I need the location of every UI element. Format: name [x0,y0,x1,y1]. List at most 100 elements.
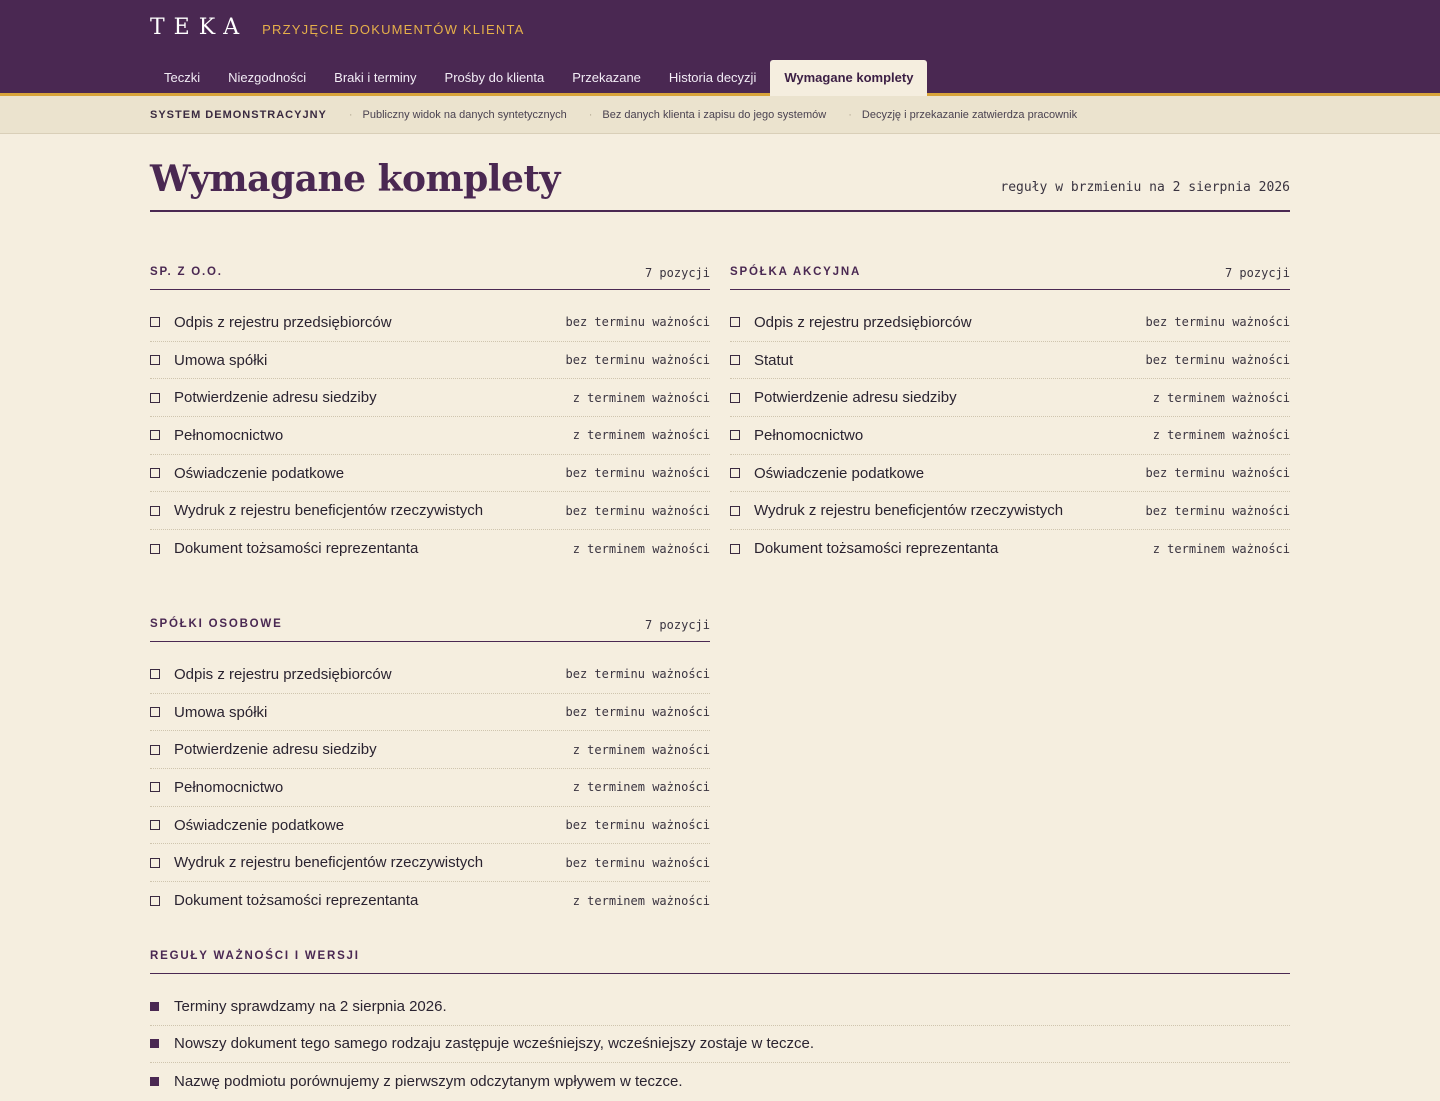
rules-list: Terminy sprawdzamy na 2 sierpnia 2026. No… [150,988,1290,1101]
document-label: Odpis z rejestru przedsiębiorców [174,665,392,683]
tab-braki-i-terminy[interactable]: Braki i terminy [320,60,430,96]
rules-section: REGUŁY WAŻNOŚCI I WERSJI Terminy sprawdz… [150,942,1290,1101]
validity-label: bez terminu ważności [565,353,711,368]
document-item[interactable]: Odpis z rejestru przedsiębiorców bez term… [150,304,710,342]
validity-label: bez terminu ważności [565,503,711,518]
validity-label: z terminem ważności [1152,541,1290,556]
checkbox[interactable] [150,543,160,554]
document-label: Dokument tożsamości reprezentanta [174,892,419,910]
document-label: Wydruk z rejestru beneficjentów rzeczywi… [174,502,484,520]
document-item[interactable]: Potwierdzenie adresu siedziby z terminem … [730,379,1290,418]
square-bullet-icon [150,1001,159,1011]
document-label: Statut [754,351,794,369]
info-bar: SYSTEM DEMONSTRACYJNY Publiczny widok na… [0,96,1440,134]
rules-date: reguły w brzmieniu na 2 sierpnia 2026 [1000,180,1290,195]
validity-label: z terminem ważności [572,893,710,908]
checkbox[interactable] [150,430,160,441]
info-note: Decyzję i przekazanie zatwierdza pracown… [848,109,1077,121]
rule-text: Terminy sprawdzamy na 2 sierpnia 2026. [174,997,447,1015]
validity-label: bez terminu ważności [565,855,711,870]
checkbox[interactable] [150,782,160,793]
document-item[interactable]: Pełnomocnictwo z terminem ważności [730,417,1290,455]
rule-item: Nazwę podmiotu porównujemy z pierwszym o… [150,1063,1290,1101]
tab-historia-decyzji[interactable]: Historia decyzji [655,60,770,96]
checkbox[interactable] [150,355,160,366]
checkbox[interactable] [150,505,160,516]
tab-wymagane-komplety[interactable]: Wymagane komplety [770,60,928,96]
document-item[interactable]: Statut bez terminu ważności [730,342,1290,380]
document-label: Pełnomocnictwo [174,426,284,444]
document-item[interactable]: Potwierdzenie adresu siedziby z terminem … [150,731,710,770]
checkbox[interactable] [730,543,740,554]
document-item[interactable]: Odpis z rejestru przedsiębiorców bez term… [150,656,710,694]
validity-label: bez terminu ważności [565,818,711,833]
document-item[interactable]: Dokument tożsamości reprezentanta z termi… [730,530,1290,568]
square-bullet-icon [150,1039,159,1049]
checkbox[interactable] [150,707,160,718]
checkbox[interactable] [730,430,740,441]
document-label: Potwierdzenie adresu siedziby [754,389,957,407]
document-label: Dokument tożsamości reprezentanta [174,540,419,558]
document-item[interactable]: Oświadczenie podatkowe bez terminu ważnoś… [150,455,710,493]
document-label: Oświadczenie podatkowe [174,816,345,834]
checkbox[interactable] [730,505,740,516]
section-sp-z-oo: SP. Z O.O. 7 pozycji Odpis z rejestru pr… [150,258,710,568]
validity-label: z terminem ważności [572,742,710,757]
rule-text: Nowszy dokument tego samego rodzaju zast… [174,1035,815,1053]
checkbox[interactable] [150,820,160,831]
document-label: Umowa spółki [174,703,268,721]
document-item[interactable]: Dokument tożsamości reprezentanta z termi… [150,530,710,568]
document-label: Oświadczenie podatkowe [174,464,345,482]
validity-label: z terminem ważności [572,428,710,443]
tab-niezgodnosci[interactable]: Niezgodności [214,60,320,96]
app-logo[interactable]: TEKA [150,15,248,40]
checkbox[interactable] [150,744,160,755]
document-item[interactable]: Wydruk z rejestru beneficjentów rzeczywi… [150,844,711,883]
checkbox[interactable] [730,468,740,479]
checkbox[interactable] [730,392,740,403]
document-item[interactable]: Pełnomocnictwo z terminem ważności [150,769,710,807]
tab-prosby-do-klienta[interactable]: Prośby do klienta [431,60,559,96]
tab-przekazane[interactable]: Przekazane [558,60,655,96]
checkbox[interactable] [730,317,740,328]
document-label: Dokument tożsamości reprezentanta [754,540,999,558]
checkbox[interactable] [150,468,160,479]
system-label: SYSTEM DEMONSTRACYJNY [150,108,327,121]
document-label: Oświadczenie podatkowe [754,464,925,482]
validity-label: z terminem ważności [1152,390,1290,405]
checkbox[interactable] [150,392,160,403]
document-label: Wydruk z rejestru beneficjentów rzeczywi… [754,502,1064,520]
document-item[interactable]: Oświadczenie podatkowe bez terminu ważnoś… [150,807,710,845]
document-item[interactable]: Umowa spółki bez terminu ważności [150,694,710,732]
checkbox[interactable] [150,317,160,328]
section-header: SPÓŁKI OSOBOWE 7 pozycji [150,610,710,642]
tab-teczki[interactable]: Teczki [150,60,214,96]
validity-label: bez terminu ważności [1145,503,1291,518]
document-item[interactable]: Wydruk z rejestru beneficjentów rzeczywi… [730,492,1291,531]
document-label: Pełnomocnictwo [174,778,284,796]
document-label: Potwierdzenie adresu siedziby [174,389,377,407]
section-title: SPÓŁKA AKCYJNA [730,266,862,278]
document-item[interactable]: Dokument tożsamości reprezentanta z termi… [150,882,710,920]
document-item[interactable]: Potwierdzenie adresu siedziby z terminem … [150,379,710,418]
page-title: Wymagane komplety [150,158,560,200]
document-item[interactable]: Wydruk z rejestru beneficjentów rzeczywi… [150,492,711,531]
checkbox[interactable] [150,669,160,680]
section-header: SPÓŁKA AKCYJNA 7 pozycji [730,258,1290,290]
rule-item: Terminy sprawdzamy na 2 sierpnia 2026. [150,988,1290,1026]
app-subtitle: PRZYJĘCIE DOKUMENTÓW KLIENTA [262,22,525,37]
validity-label: bez terminu ważności [565,466,711,481]
checkbox[interactable] [150,895,160,906]
document-item[interactable]: Umowa spółki bez terminu ważności [150,342,710,380]
info-note: Bez danych klienta i zapisu do jego syst… [589,109,826,121]
document-item[interactable]: Pełnomocnictwo z terminem ważności [150,417,710,455]
document-item[interactable]: Oświadczenie podatkowe bez terminu ważnoś… [730,455,1290,493]
section-count: 7 pozycji [644,618,710,632]
checkbox[interactable] [150,857,160,868]
document-label: Odpis z rejestru przedsiębiorców [174,313,392,331]
checkbox[interactable] [730,355,740,366]
validity-label: z terminem ważności [1152,428,1290,443]
document-item[interactable]: Odpis z rejestru przedsiębiorców bez term… [730,304,1290,342]
document-list: Odpis z rejestru przedsiębiorców bez term… [730,304,1290,568]
document-label: Potwierdzenie adresu siedziby [174,741,377,759]
